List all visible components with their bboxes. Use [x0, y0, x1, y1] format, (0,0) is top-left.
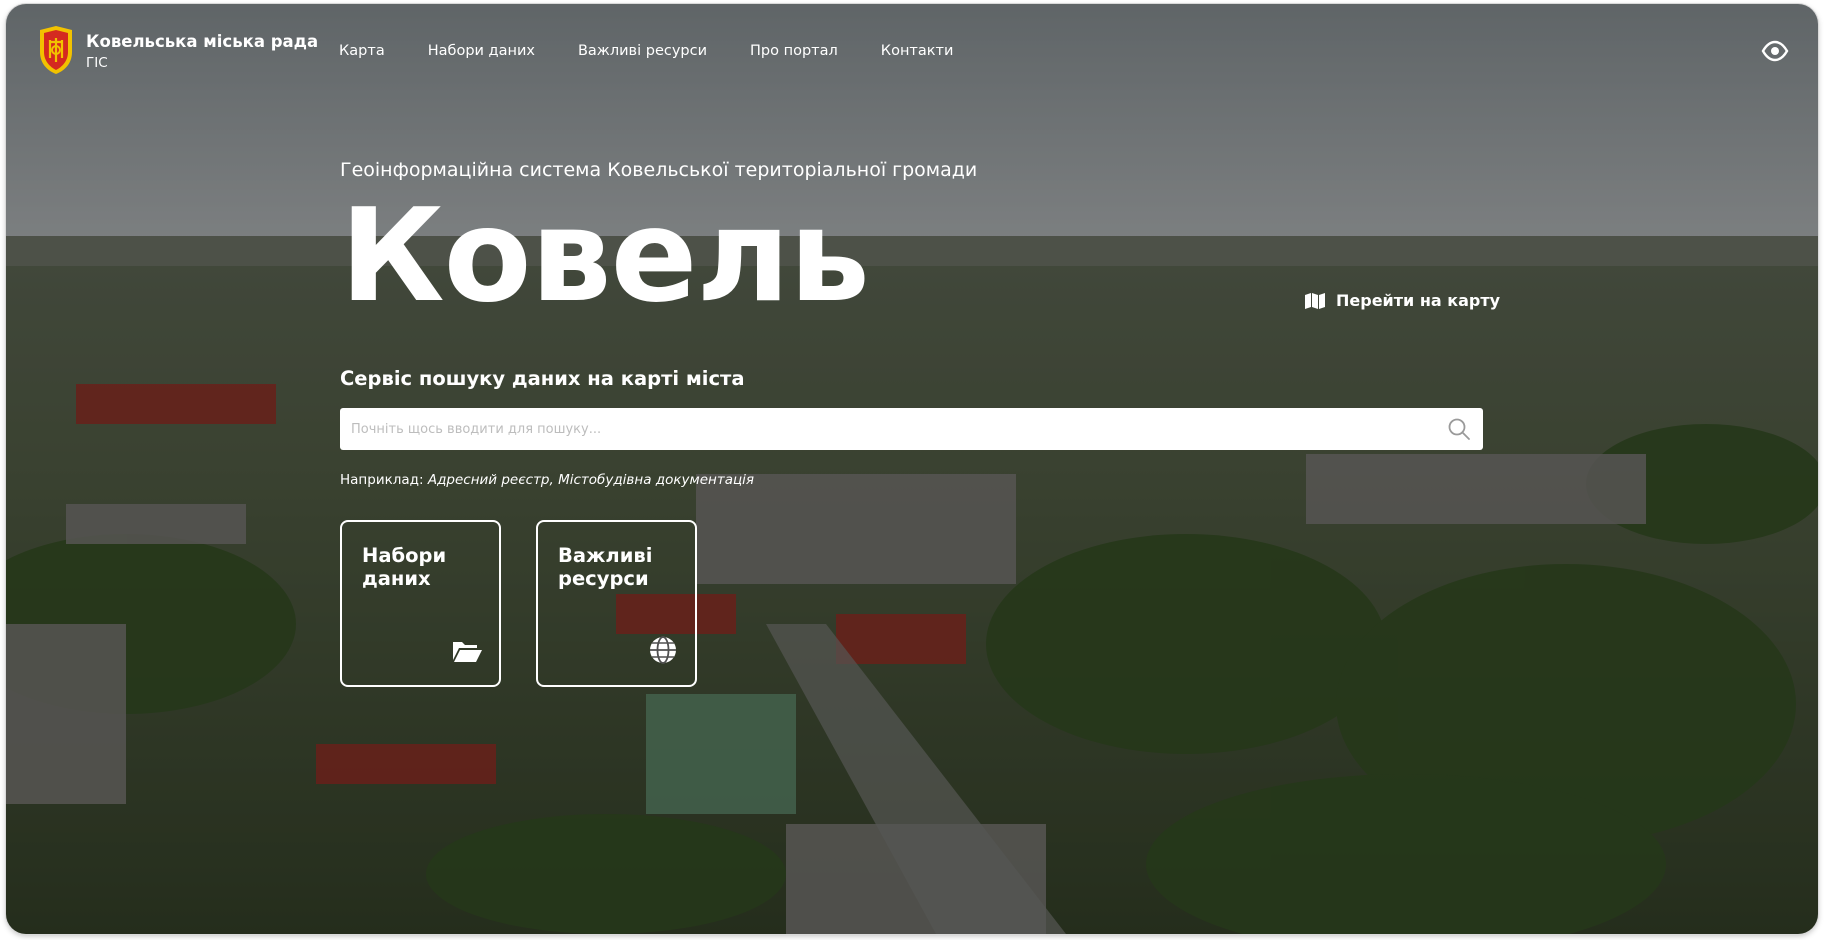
search-icon[interactable] [1447, 417, 1471, 441]
example-links[interactable]: Адресний реєстр, Містобудівна документац… [428, 472, 754, 488]
page-frame: Ковельська міська рада ГІС Карта Набори … [6, 4, 1818, 934]
page-title: Ковель [340, 182, 870, 331]
nav-item-resources[interactable]: Важливі ресурси [578, 43, 707, 59]
nav-item-map[interactable]: Карта [339, 43, 385, 59]
nav-item-about[interactable]: Про портал [750, 43, 838, 59]
main-nav: Карта Набори даних Важливі ресурси Про п… [339, 43, 996, 59]
search-box [340, 408, 1483, 450]
hero-subtitle: Геоінформаційна система Ковельської тери… [340, 159, 978, 181]
search-service-title: Сервіс пошуку даних на карті міста [340, 367, 745, 390]
site-header: Ковельська міська рада ГІС Карта Набори … [6, 4, 1818, 96]
nav-item-datasets[interactable]: Набори даних [428, 43, 535, 59]
datasets-card[interactable]: Набори даних [340, 520, 501, 687]
example-label: Наприклад: [340, 472, 424, 488]
search-examples: Наприклад: Адресний реєстр, Містобудівна… [340, 472, 754, 488]
brand-name[interactable]: Ковельська міська рада [86, 32, 318, 51]
go-to-map-label: Перейти на карту [1336, 291, 1501, 310]
search-input[interactable] [340, 408, 1420, 450]
go-to-map-link[interactable]: Перейти на карту [1304, 291, 1500, 310]
datasets-card-label: Набори даних [362, 544, 447, 590]
nav-item-contacts[interactable]: Контакти [881, 43, 954, 59]
resources-card[interactable]: Важливі ресурси [536, 520, 697, 687]
globe-icon [647, 634, 679, 666]
folder-open-icon [451, 634, 483, 666]
coat-of-arms-logo[interactable] [36, 24, 76, 76]
dark-overlay [6, 4, 1818, 934]
resources-card-label: Важливі ресурси [558, 544, 653, 590]
brand-subtitle: ГІС [86, 55, 108, 71]
accessibility-eye-icon[interactable] [1760, 36, 1790, 66]
map-icon [1305, 292, 1325, 309]
